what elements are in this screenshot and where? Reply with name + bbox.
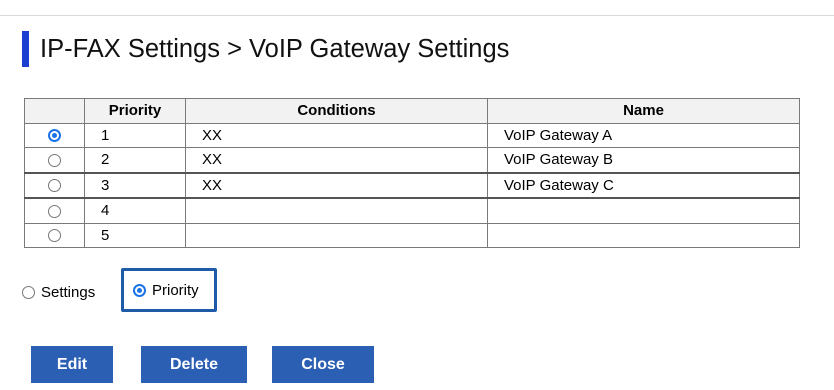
sort-option-settings[interactable]: Settings [22,284,95,301]
top-divider [0,15,834,16]
conditions-cell [185,197,488,224]
conditions-cell: XX [185,122,488,148]
row-select-cell[interactable] [24,197,85,224]
table-header-row: Priority Conditions Name [24,98,800,124]
table-row[interactable]: 1 XX VoIP Gateway A [24,122,800,148]
priority-cell: 4 [84,197,186,224]
conditions-cell [185,222,488,248]
row-radio-button[interactable] [48,129,61,143]
delete-button[interactable]: Delete [141,346,247,383]
page-title: IP-FAX Settings > VoIP Gateway Settings [40,35,510,63]
priority-option-label: Priority [152,281,199,299]
row-radio-button[interactable] [48,153,61,167]
column-header-conditions[interactable]: Conditions [185,98,488,124]
column-header-select [24,98,85,124]
priority-cell: 2 [84,147,186,174]
sort-option-priority[interactable]: Priority [121,268,217,312]
close-button[interactable]: Close [272,346,374,383]
row-radio-button[interactable] [48,179,61,193]
row-select-cell[interactable] [24,147,85,174]
priority-cell: 3 [84,172,186,199]
name-cell [487,197,800,224]
title-accent-bar [22,31,29,67]
conditions-cell: XX [185,147,488,174]
name-cell [487,222,800,248]
priority-cell: 1 [84,122,186,148]
table-row[interactable]: 2 XX VoIP Gateway B [24,147,800,174]
row-select-cell[interactable] [24,172,85,199]
settings-option-label: Settings [41,284,96,301]
column-header-name[interactable]: Name [487,98,800,124]
name-cell: VoIP Gateway C [487,172,800,199]
settings-radio-button[interactable] [22,286,35,299]
conditions-cell: XX [185,172,488,199]
table-row[interactable]: 3 XX VoIP Gateway C [24,172,800,199]
row-radio-button[interactable] [48,204,61,218]
row-radio-button[interactable] [48,229,61,243]
table-row[interactable]: 5 [24,222,800,248]
name-cell: VoIP Gateway B [487,147,800,174]
row-select-cell[interactable] [24,222,85,248]
priority-cell: 5 [84,222,186,248]
edit-button[interactable]: Edit [31,346,113,383]
table-row[interactable]: 4 [24,197,800,224]
column-header-priority[interactable]: Priority [84,98,186,124]
gateway-table-container: Priority Conditions Name 1 XX VoIP Gatew… [24,98,824,260]
priority-radio-button[interactable] [133,283,146,297]
name-cell: VoIP Gateway A [487,122,800,148]
gateway-table: Priority Conditions Name 1 XX VoIP Gatew… [24,98,800,248]
row-select-cell[interactable] [24,122,85,148]
